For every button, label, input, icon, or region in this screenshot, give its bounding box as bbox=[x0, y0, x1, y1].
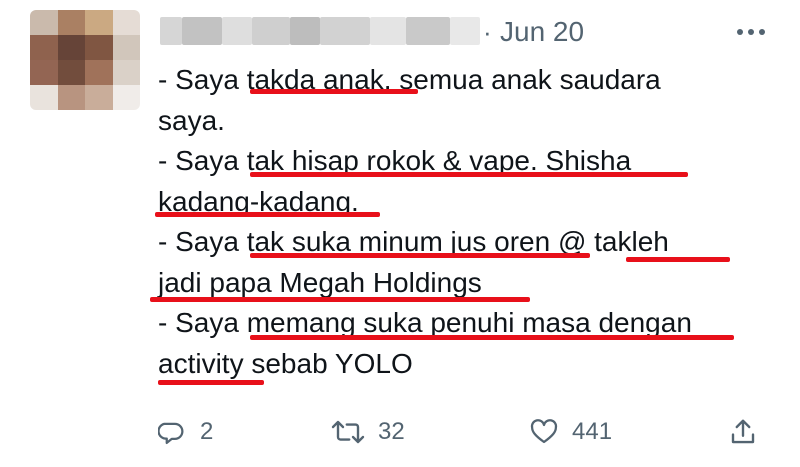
underline-mark bbox=[626, 257, 730, 262]
retweet-icon bbox=[330, 417, 366, 447]
separator-dot: · bbox=[483, 17, 492, 47]
retweet-count: 32 bbox=[378, 418, 405, 445]
like-count: 441 bbox=[572, 418, 613, 445]
reply-icon bbox=[158, 417, 188, 447]
underline-mark bbox=[250, 89, 418, 94]
tweet-line: activity sebab YOLO bbox=[158, 347, 413, 379]
underline-mark bbox=[250, 253, 590, 258]
reply-count: 2 bbox=[200, 418, 214, 445]
action-bar: 2 32 441 bbox=[158, 410, 778, 454]
username-blurred[interactable] bbox=[160, 12, 480, 50]
tweet-card: · Jun 20 - Saya takda anak. semua anak s… bbox=[0, 0, 800, 467]
underline-mark bbox=[158, 380, 264, 385]
underline-mark bbox=[150, 297, 530, 302]
underline-mark bbox=[155, 212, 380, 217]
underline-mark bbox=[250, 172, 688, 177]
tweet-date[interactable]: Jun 20 bbox=[500, 14, 584, 50]
retweet-button[interactable]: 32 bbox=[330, 410, 405, 454]
underline-mark bbox=[250, 335, 734, 340]
heart-icon bbox=[528, 417, 560, 447]
share-button[interactable] bbox=[728, 410, 758, 454]
avatar[interactable] bbox=[30, 10, 140, 110]
reply-button[interactable]: 2 bbox=[158, 410, 213, 454]
share-icon bbox=[728, 417, 758, 447]
tweet-line: saya. bbox=[158, 104, 225, 136]
tweet-line: - Saya takda anak. semua anak saudara bbox=[158, 64, 661, 95]
like-button[interactable]: 441 bbox=[528, 410, 612, 454]
more-icon[interactable] bbox=[726, 14, 776, 50]
